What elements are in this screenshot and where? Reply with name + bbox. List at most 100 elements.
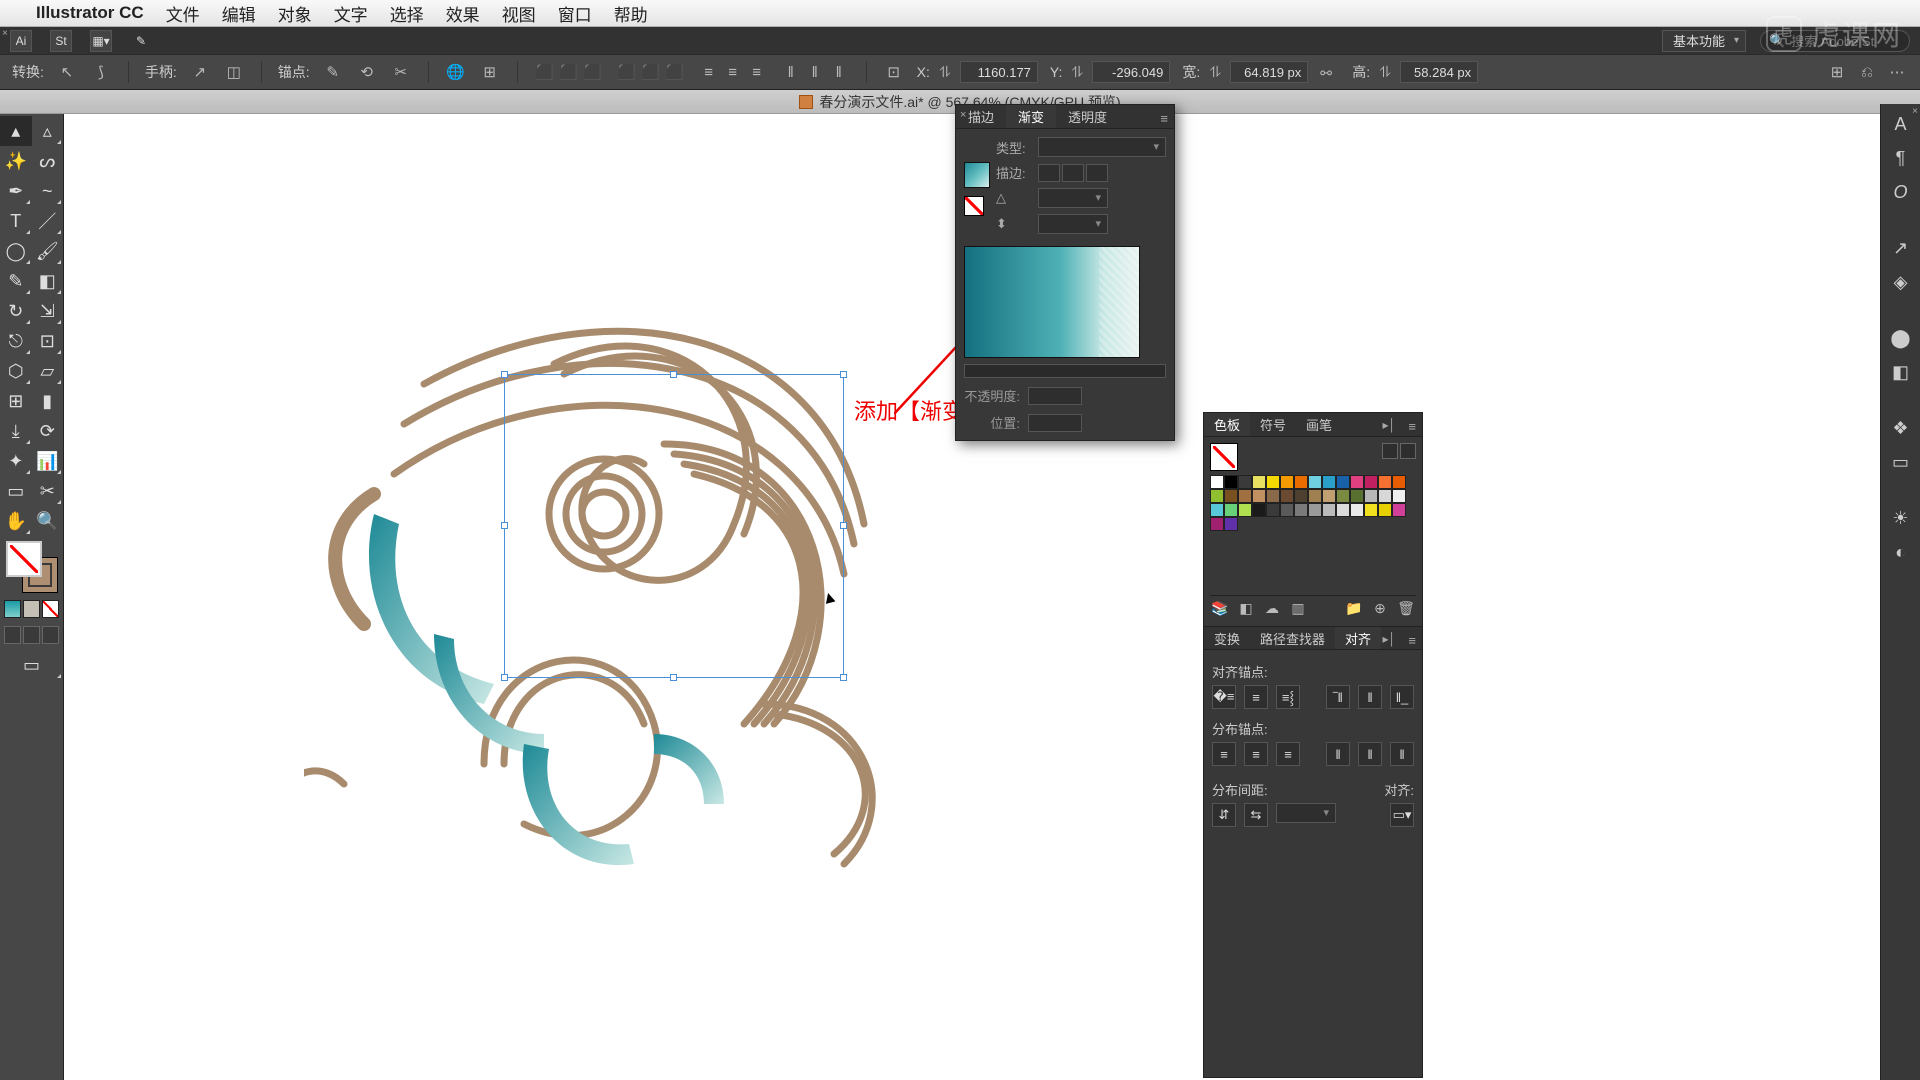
panel-menu-icon[interactable]: ≡: [1408, 633, 1416, 648]
menu-view[interactable]: 视图: [502, 1, 536, 26]
ellipse-tool[interactable]: ◯: [0, 236, 32, 266]
dist-v1-icon[interactable]: ‖: [780, 61, 802, 83]
convert-smooth-icon[interactable]: ⟆: [90, 61, 112, 83]
column-graph-tool[interactable]: 📊: [32, 446, 64, 476]
swatch-list-view-btn[interactable]: [1382, 443, 1398, 459]
hand-tool[interactable]: ✋: [0, 506, 32, 536]
tab-transform[interactable]: 变换: [1204, 627, 1250, 649]
artboards-panel-icon[interactable]: ▭: [1887, 448, 1915, 476]
spacing-field[interactable]: [1276, 803, 1336, 823]
swatch-cell[interactable]: [1252, 475, 1266, 489]
h-field[interactable]: 58.284 px: [1400, 61, 1478, 83]
dist-vspacing-btn[interactable]: ⇵: [1212, 803, 1236, 827]
swatch-cell[interactable]: [1238, 475, 1252, 489]
swatch-cell[interactable]: [1210, 503, 1224, 517]
draw-behind-btn[interactable]: [23, 626, 40, 644]
swatch-cell[interactable]: [1210, 517, 1224, 531]
align-vcenter-icon[interactable]: ⬛: [640, 61, 662, 83]
menu-select[interactable]: 选择: [390, 1, 424, 26]
align-bottom-btn[interactable]: ‖_: [1390, 685, 1414, 709]
tab-swatches[interactable]: 色板: [1204, 413, 1250, 436]
handle-show-icon[interactable]: ↗: [189, 61, 211, 83]
y-stepper-icon[interactable]: ⥮: [1066, 61, 1088, 83]
swatch-grid[interactable]: [1210, 475, 1410, 531]
swatch-cell[interactable]: [1392, 503, 1406, 517]
align-top-btn[interactable]: ‾‖: [1326, 685, 1350, 709]
dist-top-btn[interactable]: ≡: [1212, 742, 1236, 766]
character-panel-icon[interactable]: A: [1887, 110, 1915, 138]
location-field[interactable]: [1028, 414, 1082, 432]
screen-mode-btn[interactable]: ▭: [0, 650, 63, 680]
dist-right-icon[interactable]: ≡: [746, 61, 768, 83]
zoom-tool[interactable]: 🔍: [32, 506, 64, 536]
opacity-field[interactable]: [1028, 387, 1082, 405]
stroke-across-btn[interactable]: [1086, 164, 1108, 182]
handle-hide-icon[interactable]: ◫: [223, 61, 245, 83]
swatch-cell[interactable]: [1266, 489, 1280, 503]
lasso-tool[interactable]: ᔕ: [32, 146, 64, 176]
w-stepper-icon[interactable]: ⥮: [1204, 61, 1226, 83]
reflect-tool[interactable]: ⇲: [32, 296, 64, 326]
swatch-cell[interactable]: [1350, 475, 1364, 489]
menu-effect[interactable]: 效果: [446, 1, 480, 26]
menu-object[interactable]: 对象: [278, 1, 312, 26]
type-tool[interactable]: T: [0, 206, 32, 236]
reference-point-icon[interactable]: ⊡: [883, 61, 905, 83]
brush-tool[interactable]: 🖌: [32, 236, 64, 266]
dist-hspacing-btn[interactable]: ⇆: [1244, 803, 1268, 827]
swatch-cell[interactable]: [1224, 517, 1238, 531]
swatch-cell[interactable]: [1238, 503, 1252, 517]
home-icon[interactable]: Ai: [10, 30, 32, 52]
swatch-cell[interactable]: [1210, 475, 1224, 489]
shaper-tool[interactable]: ✎: [0, 266, 32, 296]
swatch-cell[interactable]: [1364, 503, 1378, 517]
panel-close-icon[interactable]: ×: [960, 109, 966, 121]
share-panel-icon[interactable]: ↗: [1887, 234, 1915, 262]
workspace-dropdown[interactable]: 基本功能: [1662, 30, 1746, 52]
swatch-cell[interactable]: [1224, 489, 1238, 503]
swatch-cell[interactable]: [1336, 489, 1350, 503]
panel-menu-icon[interactable]: ≡: [1408, 419, 1416, 434]
swatch-fill-indicator[interactable]: [1210, 443, 1238, 471]
gradient-mode-btn[interactable]: [23, 600, 40, 618]
dist-vcenter-btn[interactable]: ≡: [1244, 742, 1268, 766]
new-swatch-icon[interactable]: ⊕: [1372, 600, 1388, 616]
stroke-along-btn[interactable]: [1062, 164, 1084, 182]
dist-left-btn[interactable]: ‖: [1326, 742, 1350, 766]
link-wh-icon[interactable]: ⚯: [1320, 65, 1340, 79]
opentype-panel-icon[interactable]: O: [1887, 178, 1915, 206]
swatch-cell[interactable]: [1378, 489, 1392, 503]
appearance-panel-icon[interactable]: ☀: [1887, 504, 1915, 532]
panel-collapse-icon[interactable]: ▸│: [1382, 632, 1396, 646]
tab-pathfinder[interactable]: 路径查找器: [1250, 627, 1335, 649]
swatch-cell[interactable]: [1294, 489, 1308, 503]
align-right-icon[interactable]: ⬛: [582, 61, 604, 83]
fill-swatch[interactable]: [7, 542, 41, 576]
libraries-panel-icon[interactable]: ◈: [1887, 268, 1915, 296]
gradient-stop-bar[interactable]: [964, 364, 1166, 378]
swatch-options-icon[interactable]: ☁: [1264, 600, 1280, 616]
swatches-align-panel[interactable]: 色板 符号 画笔 ▸│ ≡ 📚 ◧ ☁ ▥ 📁 ⊕ 🗑 变换 路径查找器 对齐: [1203, 412, 1423, 1078]
swatch-cell[interactable]: [1280, 503, 1294, 517]
panel-collapse-icon[interactable]: ▸│: [1382, 418, 1396, 432]
free-transform-tool[interactable]: ⊡: [32, 326, 64, 356]
swatch-kind-icon[interactable]: ◧: [1238, 600, 1254, 616]
graphic-styles-panel-icon[interactable]: ◐: [1887, 538, 1915, 566]
align-to-dropdown[interactable]: ▭▾: [1390, 803, 1414, 827]
slice-tool[interactable]: ✂: [32, 476, 64, 506]
stock-button[interactable]: St: [50, 30, 72, 52]
layers-panel-icon[interactable]: ❖: [1887, 414, 1915, 442]
arrange-docs-icon[interactable]: ▦▾: [90, 30, 112, 52]
selection-tool[interactable]: ▴: [0, 116, 32, 146]
swatch-cell[interactable]: [1364, 475, 1378, 489]
w-field[interactable]: 64.819 px: [1230, 61, 1308, 83]
draw-inside-btn[interactable]: [42, 626, 59, 644]
eraser-tool[interactable]: ◧: [32, 266, 64, 296]
swatch-cell[interactable]: [1392, 489, 1406, 503]
snap-icon[interactable]: ⊞: [479, 61, 501, 83]
swatch-cell[interactable]: [1322, 475, 1336, 489]
swatch-cell[interactable]: [1322, 489, 1336, 503]
bridge-icon[interactable]: ✎: [130, 30, 152, 52]
fill-stroke-swatch[interactable]: [7, 542, 57, 592]
new-group-icon[interactable]: 📁: [1346, 600, 1362, 616]
